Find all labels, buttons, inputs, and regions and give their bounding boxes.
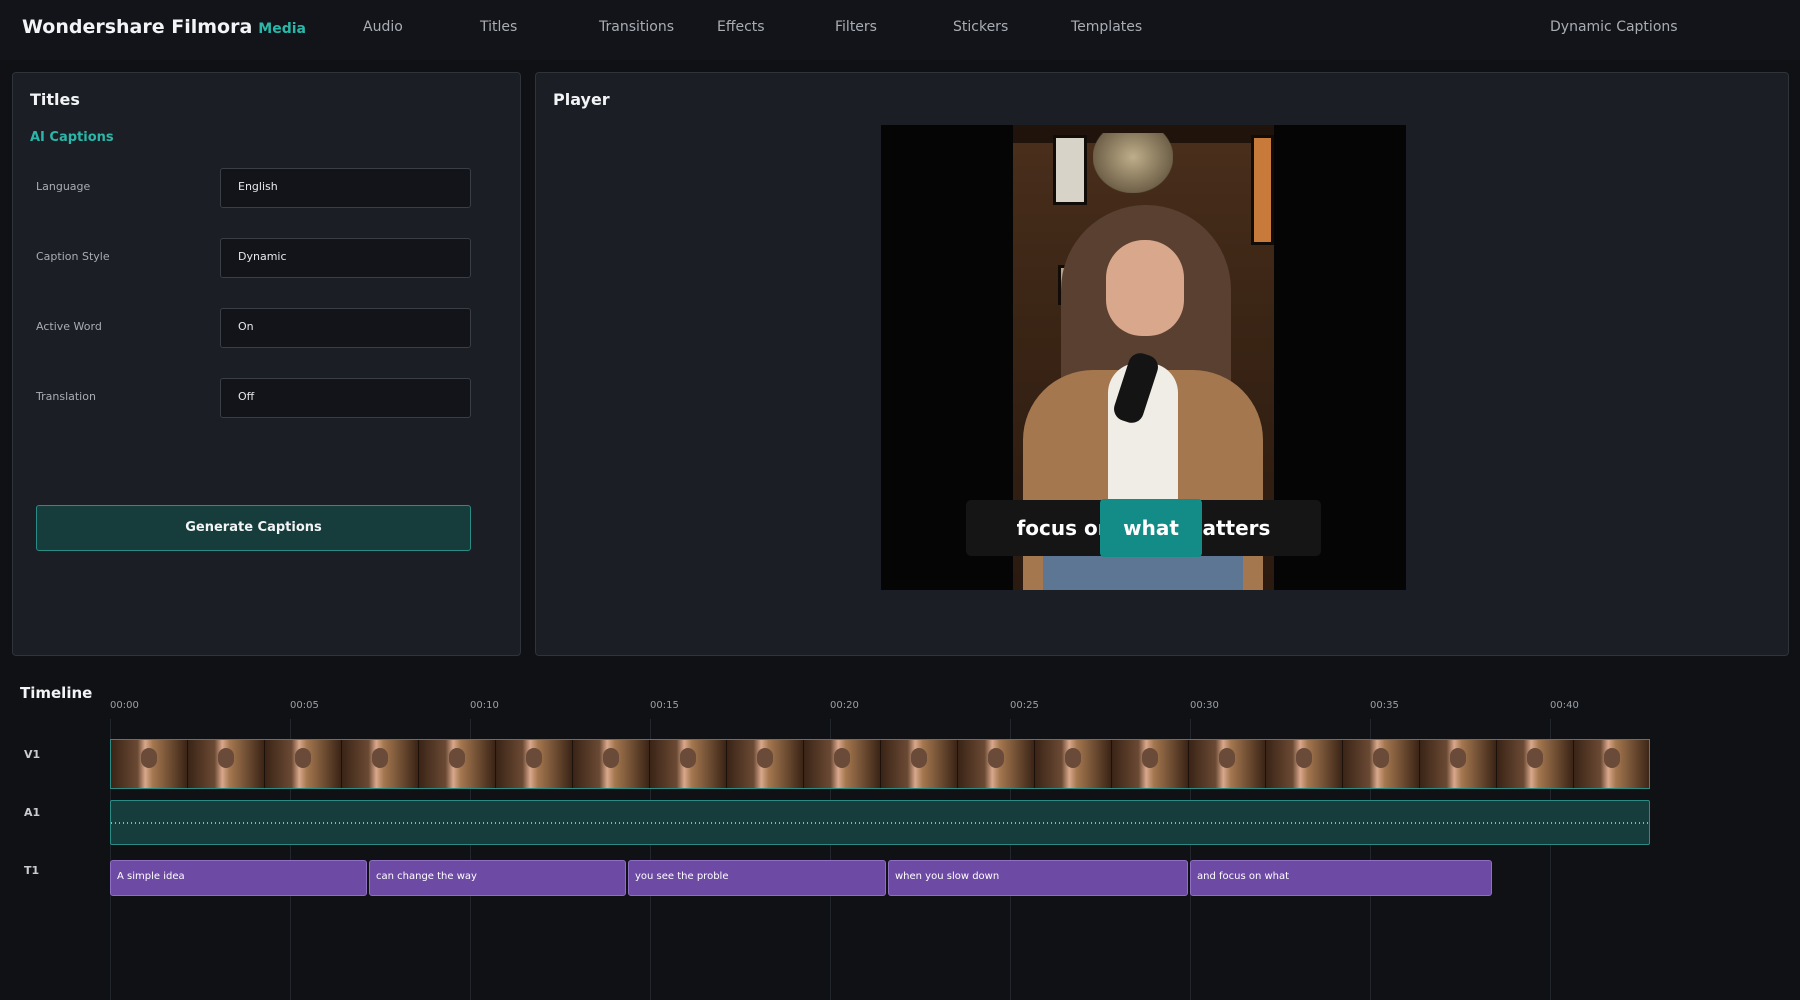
top-navigation-bar: Wondershare Filmora Media Audio Titles Tr…: [0, 0, 1800, 60]
translation-field-row: Translation Off: [36, 378, 476, 418]
nav-item-transitions[interactable]: Transitions: [599, 19, 674, 35]
video-thumbnail: [727, 740, 804, 788]
nav-item-filters[interactable]: Filters: [835, 19, 877, 35]
player-panel-title: Player: [553, 90, 610, 109]
video-thumbnail: [1497, 740, 1574, 788]
vase: [1093, 133, 1173, 193]
person-face: [1106, 240, 1184, 336]
timeline-tick: 00:20: [830, 700, 859, 711]
wall-picture: [1053, 135, 1087, 205]
video-thumbnail: [265, 740, 342, 788]
video-thumbnail: [188, 740, 265, 788]
track-label-titles: T1: [24, 864, 40, 877]
caption-style-select[interactable]: Dynamic: [220, 238, 471, 278]
video-thumbnail: [650, 740, 727, 788]
caption-clip[interactable]: when you slow down: [888, 860, 1188, 896]
caption-clip[interactable]: can change the way: [369, 860, 626, 896]
nav-item-stickers[interactable]: Stickers: [953, 19, 1008, 35]
person-jeans: [1043, 555, 1243, 590]
video-thumbnail: [1420, 740, 1497, 788]
language-select[interactable]: English: [220, 168, 471, 208]
timeline-tick: 00:10: [470, 700, 499, 711]
language-field-row: Language English: [36, 168, 476, 208]
audio-track-clip[interactable]: [110, 800, 1650, 845]
timeline-tick: 00:25: [1010, 700, 1039, 711]
active-word-select[interactable]: On: [220, 308, 471, 348]
video-thumbnail: [111, 740, 188, 788]
video-thumbnail: [342, 740, 419, 788]
video-thumbnail: [1035, 740, 1112, 788]
wall-picture: [1251, 135, 1274, 245]
active-word-field-row: Active Word On: [36, 308, 476, 348]
timeline-title: Timeline: [20, 684, 93, 702]
dynamic-captions-link[interactable]: Dynamic Captions: [1550, 19, 1678, 35]
nav-item-templates[interactable]: Templates: [1071, 19, 1142, 35]
caption-style-label: Caption Style: [36, 250, 110, 263]
language-label: Language: [36, 180, 91, 193]
timeline-tick: 00:30: [1190, 700, 1219, 711]
timeline-tick: 00:35: [1370, 700, 1399, 711]
video-thumbnail: [804, 740, 881, 788]
video-thumbnail: [1574, 740, 1649, 788]
timeline-tick: 00:00: [110, 700, 139, 711]
ai-captions-label: AI Captions: [30, 130, 114, 145]
caption-active-word: what: [1100, 499, 1202, 557]
video-thumbnail: [496, 740, 573, 788]
video-thumbnail: [1112, 740, 1189, 788]
titles-panel: Titles AI Captions Language English Capt…: [12, 72, 521, 656]
generate-captions-button[interactable]: Generate Captions: [36, 505, 471, 551]
caption-style-field-row: Caption Style Dynamic: [36, 238, 476, 278]
video-thumbnail: [881, 740, 958, 788]
active-section-label[interactable]: Media: [258, 21, 306, 37]
video-track-clip[interactable]: [110, 739, 1650, 789]
video-thumbnail: [1266, 740, 1343, 788]
video-thumbnail: [419, 740, 496, 788]
nav-item-effects[interactable]: Effects: [717, 19, 765, 35]
nav-item-audio[interactable]: Audio: [363, 19, 403, 35]
track-label-video: V1: [24, 748, 41, 761]
timeline-tick: 00:40: [1550, 700, 1579, 711]
caption-clip[interactable]: A simple idea: [110, 860, 367, 896]
player-panel: Player focus on what matters what: [535, 72, 1789, 656]
titles-panel-title: Titles: [30, 90, 80, 109]
video-thumbnail: [958, 740, 1035, 788]
nav-item-titles[interactable]: Titles: [480, 19, 517, 35]
active-word-label: Active Word: [36, 320, 102, 333]
caption-clip[interactable]: and focus on what: [1190, 860, 1492, 896]
track-label-audio: A1: [24, 806, 41, 819]
timeline-tick: 00:15: [650, 700, 679, 711]
video-thumbnail: [1343, 740, 1420, 788]
video-preview[interactable]: focus on what matters what: [881, 125, 1406, 590]
audio-waveform: [111, 822, 1649, 824]
translation-label: Translation: [36, 390, 96, 403]
video-thumbnail: [1189, 740, 1266, 788]
translation-select[interactable]: Off: [220, 378, 471, 418]
app-name: Wondershare Filmora: [22, 16, 253, 38]
app-brand: Wondershare Filmora Media: [22, 16, 306, 38]
caption-clip[interactable]: you see the proble: [628, 860, 886, 896]
timeline-tick: 00:05: [290, 700, 319, 711]
video-thumbnail: [573, 740, 650, 788]
